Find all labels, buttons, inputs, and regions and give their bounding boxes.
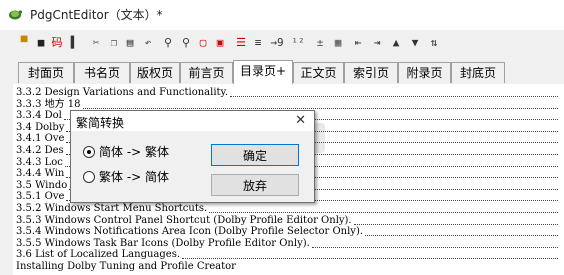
number-icon[interactable]: ¹² [290, 35, 306, 51]
toc-line[interactable]: 3.5 Windo [16, 180, 67, 191]
dialog-title: 繁简转换 [76, 116, 125, 130]
tab-3[interactable]: 前言页 [180, 62, 233, 83]
radio-label: 繁体 -> 简体 [99, 170, 170, 184]
tab-4[interactable]: 目录页+ [233, 60, 293, 84]
leader-dots [354, 223, 558, 226]
tab-2[interactable]: 版权页 [130, 62, 180, 83]
toolbar: ▀ ■ 码 ▌ ✂ ❐ ▤ ↶ ⚲ ⚲ ▢ ▣ ☰ ≡ →9 ¹² ± ▦ ⇤ ⇥ ▲ ▼ ⇅ [0, 32, 564, 58]
radio-selected-icon [83, 146, 95, 158]
convert-dialog: 繁简转换 ✕ 简体 -> 繁体 繁体 -> 简体 确定 放弃 [70, 110, 315, 203]
tab-0[interactable]: 封面页 [18, 62, 74, 83]
save-icon[interactable]: ■ [33, 35, 49, 51]
jump-9-icon[interactable]: →9 [269, 35, 285, 51]
leader-dots [365, 235, 558, 237]
align-red-icon[interactable]: ☰ [233, 35, 249, 51]
app-turtle-icon [9, 10, 22, 20]
toc-line[interactable]: 3.4.1 Ove [16, 133, 64, 144]
arrow-down-icon[interactable]: ▼ [407, 35, 423, 51]
title-bar: PdgCntEditor（文本）* [0, 0, 564, 30]
copy-icon[interactable]: ❐ [106, 35, 122, 51]
toc-line[interactable]: 3.3.4 Dol [16, 110, 62, 121]
window-title: PdgCntEditor（文本）* [30, 8, 163, 22]
toc-line[interactable]: 3.5.5 Windows Task Bar Icons (Dolby Prof… [16, 238, 310, 249]
paste-icon[interactable]: ▤ [122, 35, 138, 51]
plus-minus-icon[interactable]: ± [312, 35, 328, 51]
leader-dots [182, 258, 558, 260]
open-folder-icon[interactable]: ▀ [16, 35, 32, 51]
find-replace-icon[interactable]: ⚲ [178, 35, 194, 51]
toc-line[interactable]: 3.5.3 Windows Control Panel Shortcut (Do… [16, 215, 352, 226]
toc-line[interactable]: 3.4.4 Win [16, 168, 64, 179]
dialog-title-bar: 繁简转换 ✕ [71, 111, 314, 131]
cancel-button[interactable]: 放弃 [211, 174, 299, 196]
toc-line[interactable]: 3.3.3 地方 18 [16, 99, 81, 110]
grid-icon[interactable]: ▦ [330, 35, 346, 51]
cut-icon[interactable]: ✂ [88, 35, 104, 51]
code-icon[interactable]: 码 [49, 35, 65, 51]
toc-line[interactable]: 3.5.1 Ove [16, 191, 64, 202]
tab-7[interactable]: 附录页 [398, 62, 451, 83]
page-tool-icon[interactable]: ▣ [212, 35, 228, 51]
bookmark-icon[interactable]: ▌ [66, 35, 82, 51]
indent-more-icon[interactable]: ⇥ [369, 35, 385, 51]
tab-6[interactable]: 索引页 [344, 62, 398, 83]
tab-1[interactable]: 书名页 [74, 62, 130, 83]
toc-line[interactable]: 3.5.4 Windows Notifications Area Icon (D… [16, 226, 363, 237]
radio-label: 简体 -> 繁体 [99, 145, 170, 159]
toc-line[interactable]: 3.6 List of Localized Languages. [16, 249, 180, 260]
leader-dots [312, 246, 558, 249]
tab-8[interactable]: 封底页 [451, 62, 505, 83]
outdent-icon[interactable]: ⇤ [350, 35, 366, 51]
insert-page-icon[interactable]: ▢ [195, 35, 211, 51]
tab-5[interactable]: 正文页 [293, 62, 344, 83]
toc-line[interactable]: 3.4.3 Loc [16, 157, 63, 168]
arrow-up-icon[interactable]: ▲ [388, 35, 404, 51]
indent-icon[interactable]: ≡ [250, 35, 266, 51]
sort-icon[interactable]: ⇅ [426, 35, 442, 51]
radio-unselected-icon [83, 171, 95, 183]
toc-line[interactable]: 3.4 Dolby [16, 122, 64, 133]
find-icon[interactable]: ⚲ [160, 35, 176, 51]
toc-line[interactable]: 3.5.2 Windows Start Menu Shortcuts. [16, 203, 207, 214]
toc-line[interactable]: 3.4.2 Des [16, 145, 64, 156]
undo-icon[interactable]: ↶ [140, 35, 156, 51]
toc-line[interactable]: 3.3.2 Design Variations and Functionalit… [16, 87, 228, 98]
toc-line[interactable]: Installing Dolby Tuning and Profile Crea… [16, 261, 236, 272]
page-tabs: 封面页 书名页 版权页 前言页 目录页+ 正文页 索引页 附录页 封底页 [0, 60, 564, 84]
leader-dots [230, 96, 558, 98]
close-icon[interactable]: ✕ [295, 113, 306, 128]
ok-button[interactable]: 确定 [211, 144, 299, 166]
